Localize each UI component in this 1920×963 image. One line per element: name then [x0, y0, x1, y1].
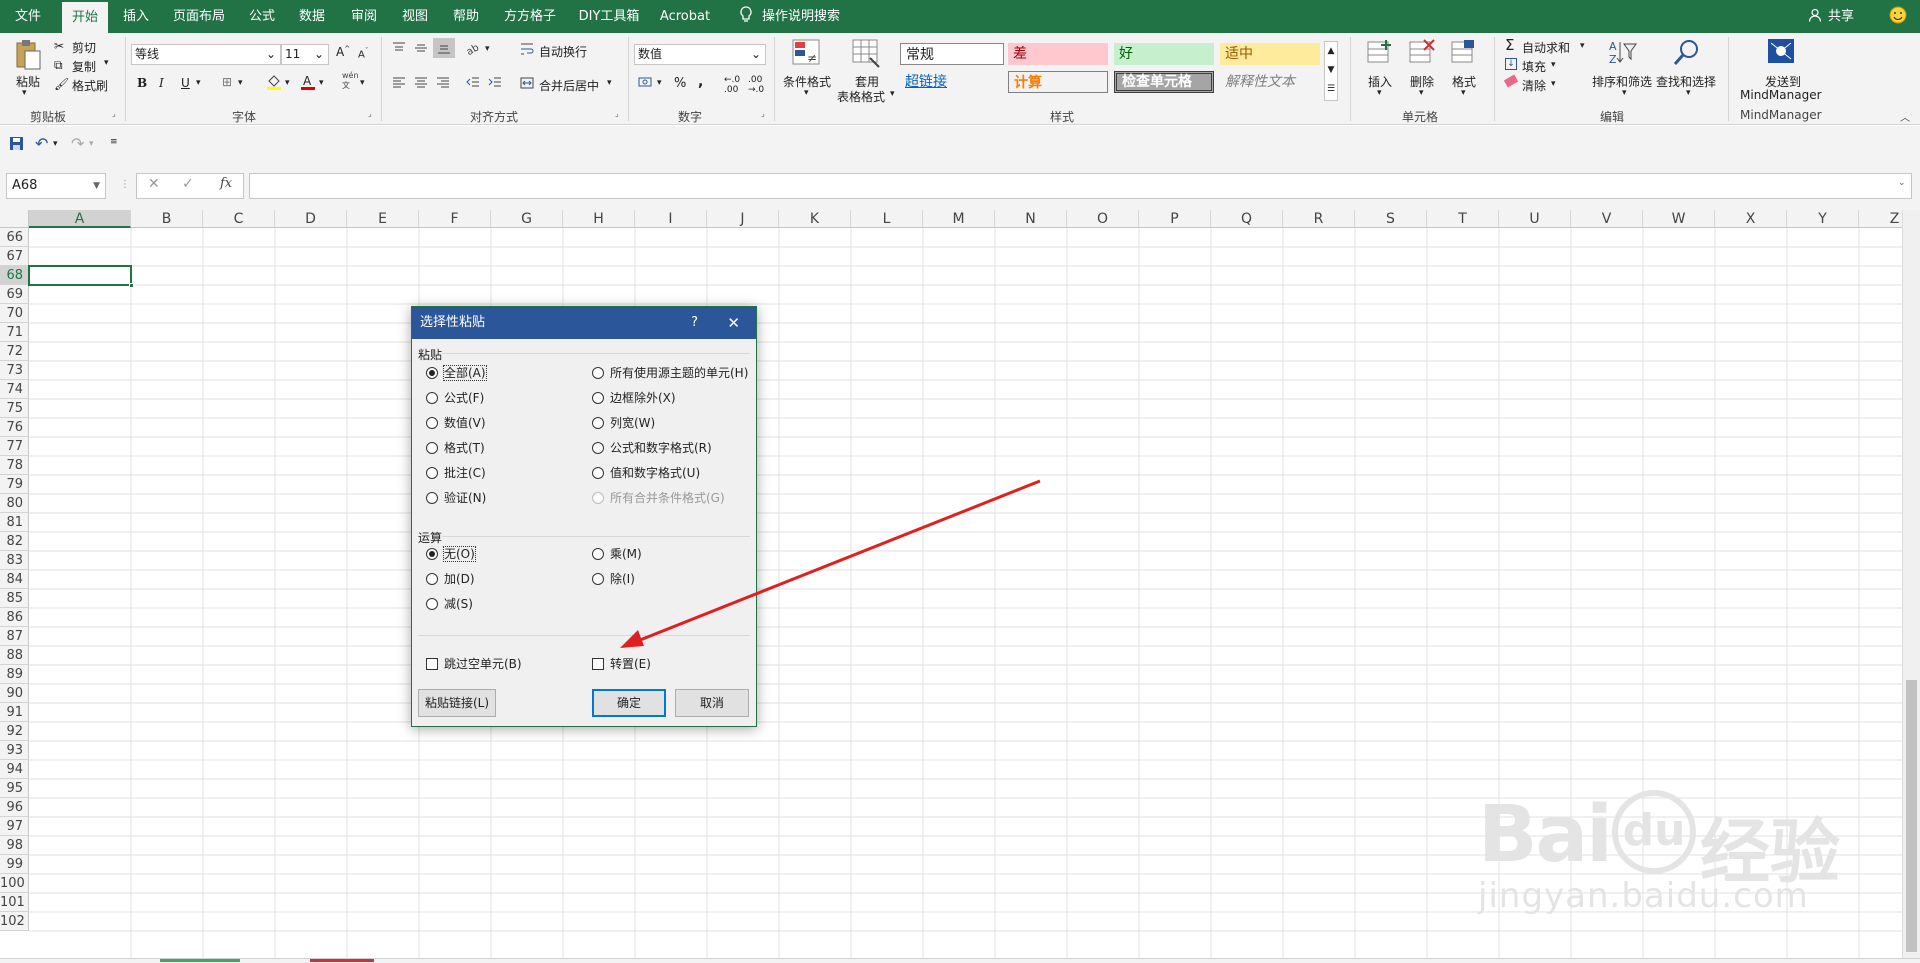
arrow-head: [620, 630, 644, 648]
annotation-arrow: [620, 479, 1041, 648]
arrow-shaft: [629, 479, 1041, 646]
